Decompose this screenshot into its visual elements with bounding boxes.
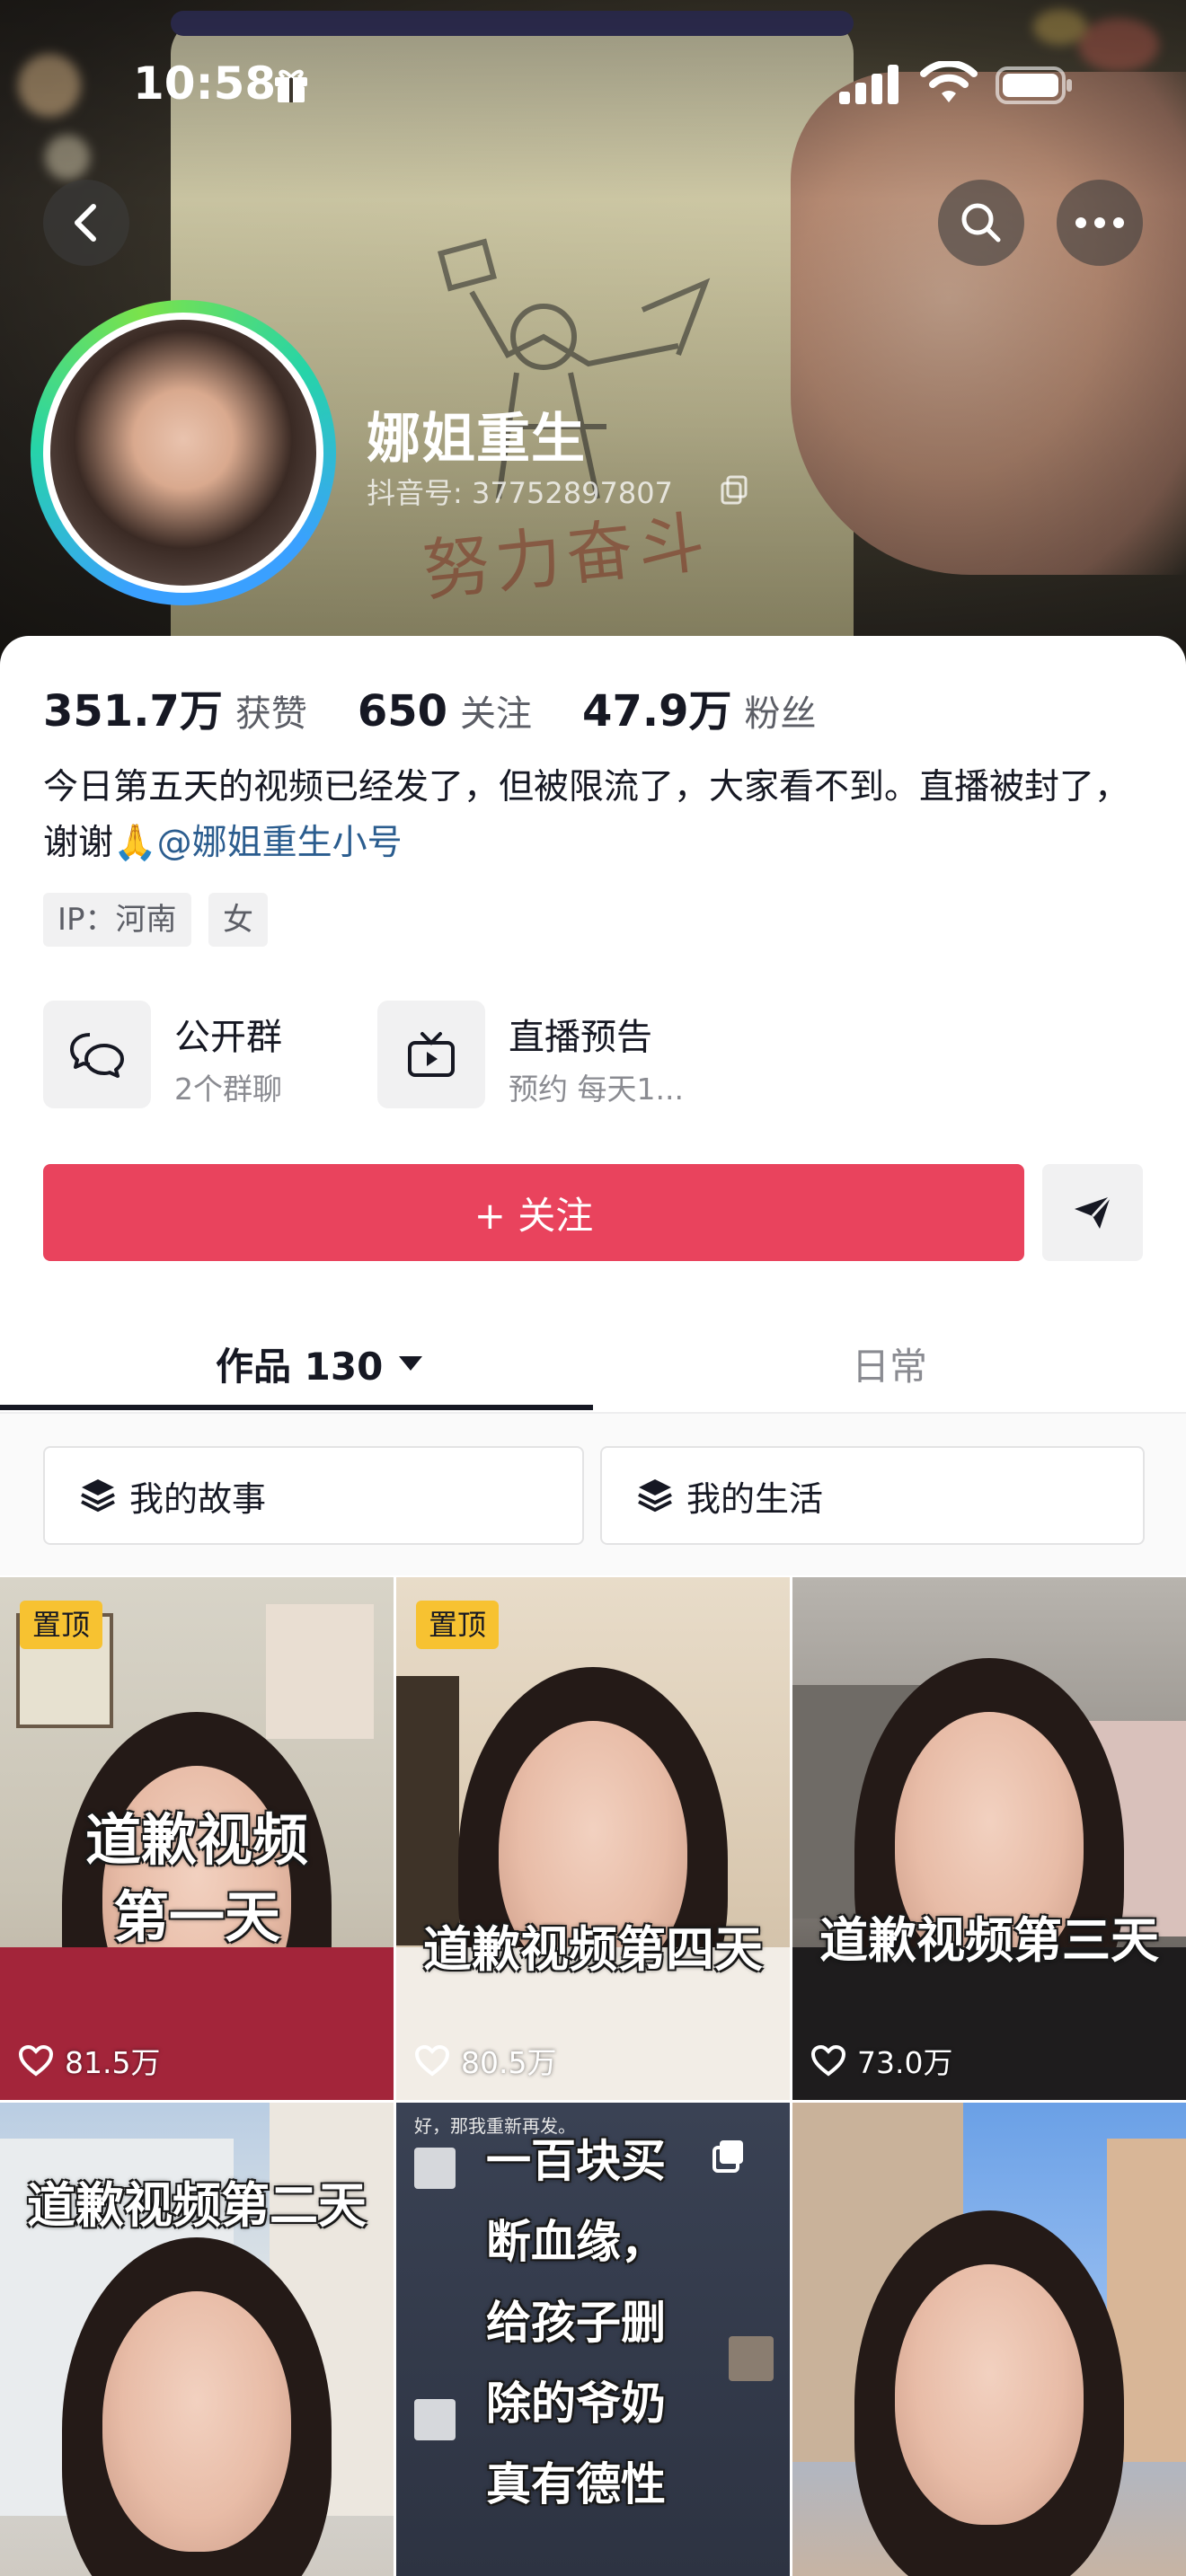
bio-mention-link[interactable]: @娜姐重生小号	[157, 823, 403, 863]
following-label[interactable]: 关注	[460, 684, 532, 737]
video-thumbnail[interactable]: 置顶 道歉视频第四天 80.5万	[396, 1577, 790, 2100]
video-thumbnail[interactable]: 道歉视频第二天	[0, 2103, 394, 2576]
profile-bio: 今日第五天的视频已经发了，但被限流了，大家看不到。直播被封了，谢谢🙏@娜姐重生小…	[43, 760, 1148, 871]
ip-tag: IP：河南	[43, 893, 191, 947]
video-likes: 81.5万	[18, 2039, 160, 2082]
pinned-badge: 置顶	[20, 1601, 103, 1649]
collection-my-life-label: 我的生活	[686, 1478, 824, 1519]
chevron-left-icon	[75, 204, 96, 242]
signal-icon	[839, 65, 898, 104]
follow-button-label: + 关注	[474, 1193, 594, 1238]
followers-count[interactable]: 47.9万	[582, 675, 731, 738]
chat-bubbles-icon	[70, 1033, 124, 1078]
gender-tag: 女	[208, 893, 268, 947]
live-preview-entry[interactable]: 直播预告 预约 每天1...	[377, 1001, 719, 1110]
tab-daily-label: 日常	[852, 1344, 928, 1389]
heart-icon	[810, 2044, 846, 2077]
more-button[interactable]	[1057, 180, 1143, 266]
video-likes: 80.5万	[414, 2039, 556, 2082]
battery-icon	[996, 66, 1072, 104]
send-icon	[1075, 1195, 1112, 1229]
douyin-id: 抖音号: 37752897807	[367, 476, 673, 510]
search-icon	[961, 203, 1001, 243]
copy-icon[interactable]	[719, 474, 749, 505]
profile-name: 娜姐重生	[367, 408, 586, 471]
wifi-icon	[920, 61, 978, 102]
tab-works-label: 作品 130	[216, 1344, 384, 1389]
gift-icon	[275, 69, 307, 102]
avatar[interactable]	[43, 313, 323, 593]
likes-count: 351.7万	[43, 686, 223, 737]
layers-icon	[638, 1479, 672, 1513]
more-icon	[1075, 217, 1124, 228]
public-group-title: 公开群	[174, 1017, 282, 1058]
tab-daily[interactable]: 日常	[852, 1328, 927, 1399]
follow-button[interactable]: + 关注	[43, 1164, 1024, 1261]
video-thumbnail[interactable]: 好，那我重新再发。 一百块买 断血缘， 给孩子删 除的爷奶 真有德性	[396, 2103, 790, 2576]
video-title: 一百块买 断血缘， 给孩子删 除的爷奶 真有德性	[486, 2135, 666, 2510]
video-title: 道歉视频第三天	[819, 1912, 1159, 1969]
video-thumbnail[interactable]	[792, 2103, 1186, 2576]
tv-icon	[408, 1032, 455, 1077]
video-title: 道歉视频第二天	[27, 2177, 367, 2234]
share-button[interactable]	[1042, 1164, 1143, 1261]
back-button[interactable]	[43, 180, 129, 266]
video-title: 道歉视频 第一天	[84, 1807, 308, 1950]
collection-my-life[interactable]: 我的生活	[600, 1446, 1145, 1545]
active-tab-indicator	[0, 1405, 593, 1410]
public-group-entry[interactable]: 公开群 2个群聊	[43, 1001, 331, 1110]
video-thumbnail[interactable]: 道歉视频第三天 73.0万	[792, 1577, 1186, 2100]
heart-icon	[18, 2044, 54, 2077]
tab-works[interactable]: 作品 130	[216, 1328, 424, 1399]
search-button[interactable]	[938, 180, 1024, 266]
caret-down-icon	[399, 1356, 423, 1371]
public-group-subtitle: 2个群聊	[174, 1072, 282, 1107]
multi-image-icon	[712, 2140, 743, 2173]
live-preview-title: 直播预告	[509, 1017, 652, 1058]
followers-label[interactable]: 粉丝	[744, 684, 816, 737]
collection-my-story[interactable]: 我的故事	[43, 1446, 584, 1545]
pinned-badge: 置顶	[416, 1601, 500, 1649]
layers-icon	[81, 1479, 115, 1513]
heart-icon	[414, 2044, 450, 2077]
video-thumbnail[interactable]: 置顶 道歉视频 第一天 81.5万	[0, 1577, 394, 2100]
video-likes: 73.0万	[810, 2039, 952, 2082]
video-title: 道歉视频第四天	[423, 1921, 763, 1978]
profile-stats: 351.7万 获赞 650 关注 47.9万 粉丝	[43, 675, 866, 737]
status-time: 10:58	[133, 57, 277, 110]
likes-label: 获赞	[235, 693, 307, 735]
status-bar: 10:58	[0, 0, 1186, 171]
collection-my-story-label: 我的故事	[129, 1478, 267, 1519]
following-count[interactable]: 650	[358, 686, 447, 737]
live-preview-subtitle: 预约 每天1...	[509, 1072, 684, 1107]
